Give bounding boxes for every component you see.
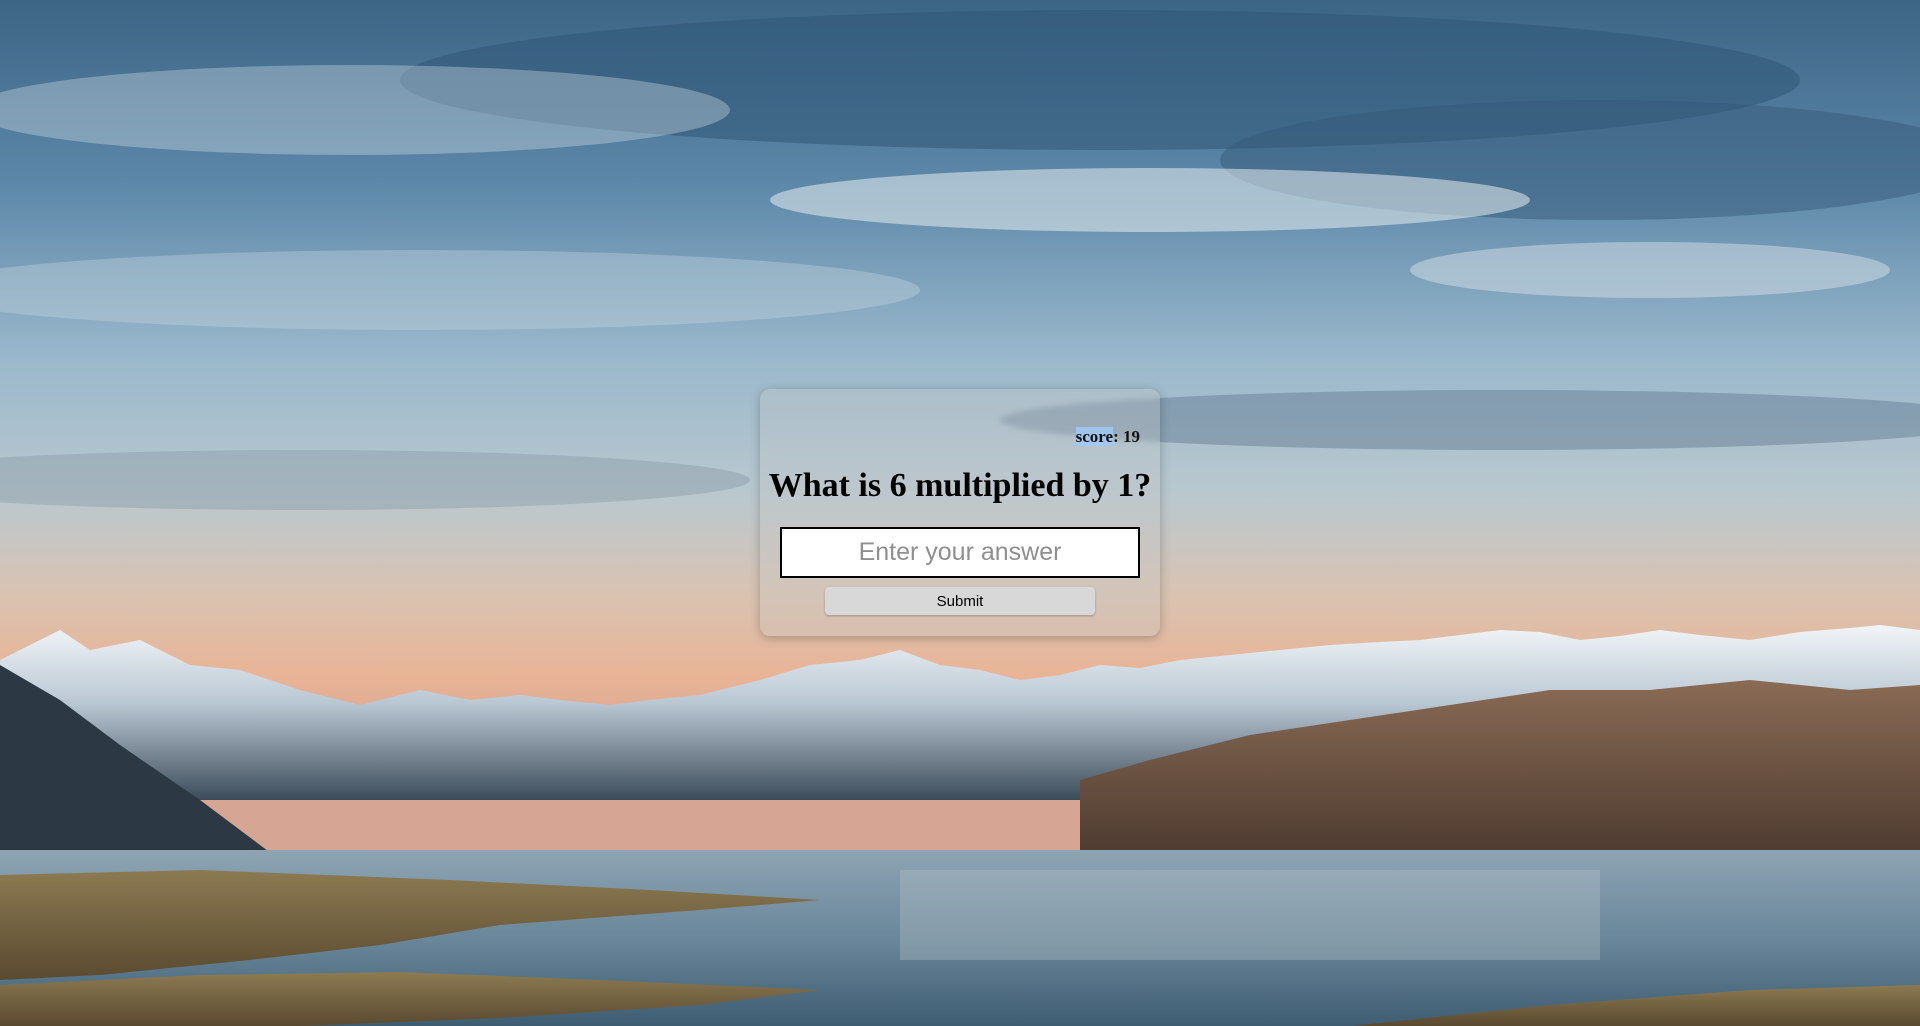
question-text: What is 6 multiplied by 1? — [768, 467, 1152, 504]
quiz-card: score: 19 What is 6 multiplied by 1? Sub… — [760, 389, 1160, 636]
answer-input[interactable] — [780, 527, 1140, 578]
score-separator: : — [1113, 427, 1123, 446]
score-label: score — [1075, 427, 1114, 446]
score-value: 19 — [1123, 427, 1140, 446]
score-display: score: 19 — [1075, 427, 1140, 447]
submit-button[interactable]: Submit — [825, 587, 1095, 615]
